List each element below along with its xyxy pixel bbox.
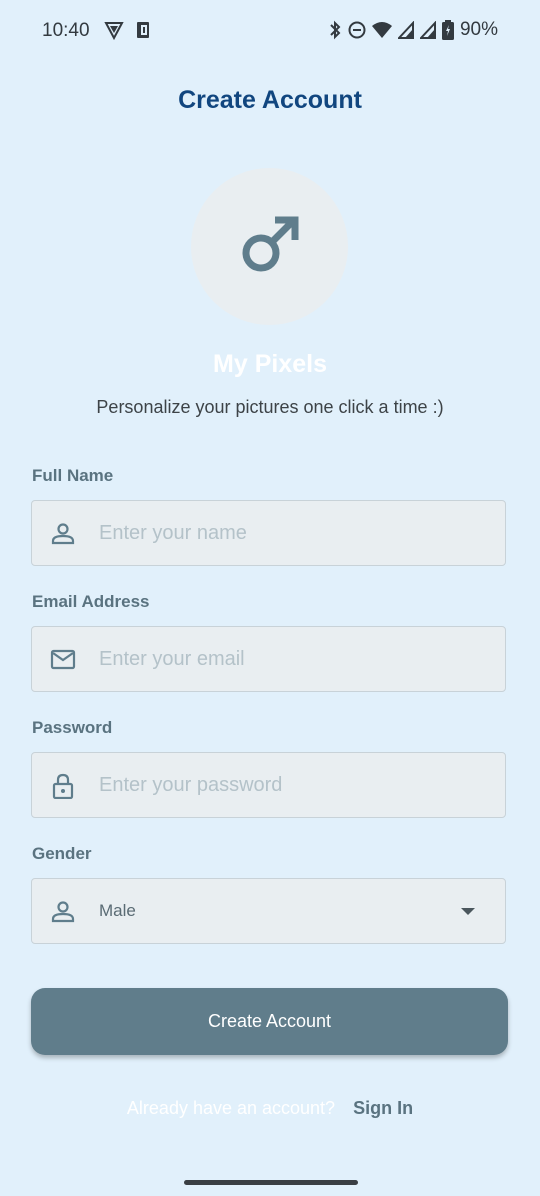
page-title: Create Account <box>178 86 362 114</box>
tagline: Personalize your pictures one click a ti… <box>96 397 444 417</box>
person-icon <box>50 899 76 925</box>
avatar[interactable] <box>191 168 348 325</box>
email-label: Email Address <box>32 592 150 611</box>
email-input[interactable] <box>99 627 479 691</box>
male-symbol-icon <box>239 213 301 280</box>
bluetooth-icon <box>328 20 342 40</box>
battery-percent: 90% <box>459 19 498 40</box>
sim-card-icon <box>134 20 154 45</box>
wifi-icon <box>371 21 392 39</box>
sign-in-prompt: Already have an account? <box>126 1098 336 1118</box>
person-icon <box>50 521 76 547</box>
full-name-input[interactable] <box>99 501 479 565</box>
gender-select[interactable]: Male <box>31 878 506 944</box>
status-bar: 10:40 90% <box>0 0 540 64</box>
sign-in-row: Already have an account? Sign In <box>0 1098 540 1119</box>
mail-icon <box>50 647 76 673</box>
status-right-icons: 90% <box>328 19 498 41</box>
password-field[interactable] <box>31 752 506 818</box>
do-not-disturb-icon <box>348 21 366 39</box>
app-name: My Pixels <box>213 350 327 378</box>
full-name-label: Full Name <box>32 466 114 485</box>
status-time: 10:40 <box>42 20 90 41</box>
dropdown-arrow-icon[interactable] <box>461 908 475 915</box>
home-indicator[interactable] <box>184 1180 358 1185</box>
sign-in-link[interactable]: Sign In <box>353 1098 413 1118</box>
signal-icon <box>419 21 436 39</box>
signal-icon <box>397 21 414 39</box>
battery-charging-icon <box>441 20 454 40</box>
lock-icon <box>50 773 76 800</box>
gender-selected-value: Male <box>99 901 136 920</box>
shield-icon <box>104 20 124 45</box>
password-label: Password <box>32 718 113 737</box>
gender-label: Gender <box>32 844 92 863</box>
status-left-icons <box>104 20 154 45</box>
password-input[interactable] <box>99 753 479 817</box>
email-field[interactable] <box>31 626 506 692</box>
full-name-field[interactable] <box>31 500 506 566</box>
create-account-button[interactable]: Create Account <box>31 988 508 1055</box>
